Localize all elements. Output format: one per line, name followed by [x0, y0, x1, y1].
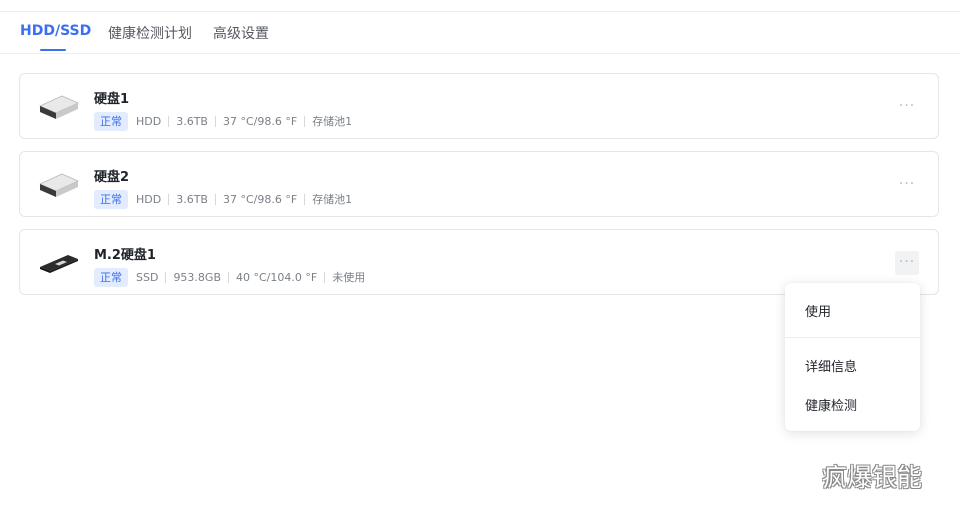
disk-name: M.2硬盘1	[94, 248, 156, 263]
top-divider	[0, 0, 960, 12]
disk-capacity: 3.6TB	[176, 192, 208, 206]
menu-divider	[785, 337, 920, 338]
tab-hdd-ssd[interactable]: HDD/SSD	[20, 23, 91, 39]
disk-pool: 存储池1	[312, 115, 353, 128]
meta-separator	[165, 271, 167, 283]
context-menu: 使用 详细信息 健康检测	[785, 283, 920, 431]
disk-temperature: 37 °C/98.6 °F	[222, 192, 298, 206]
disk-name: 硬盘1	[94, 92, 130, 107]
disk-card[interactable]: 硬盘2 正常 HDD 3.6TB 37 °C/98.6 °F 存储池1 ···	[19, 151, 939, 217]
menu-item-details[interactable]: 详细信息	[805, 356, 857, 375]
disk-meta: 正常 SSD 953.8GB 40 °C/104.0 °F 未使用	[94, 267, 365, 287]
meta-separator	[324, 271, 326, 283]
disk-pool: 存储池1	[312, 193, 353, 206]
disk-card[interactable]: 硬盘1 正常 HDD 3.6TB 37 °C/98.6 °F 存储池1 ···	[19, 73, 939, 139]
meta-separator	[168, 115, 170, 127]
hdd-drive-icon	[39, 173, 79, 197]
tab-advanced-settings[interactable]: 高级设置	[213, 23, 269, 43]
tab-health-check-plan[interactable]: 健康检测计划	[108, 23, 192, 43]
disk-temperature: 40 °C/104.0 °F	[236, 270, 318, 284]
disk-temperature: 37 °C/98.6 °F	[222, 114, 298, 128]
watermark: 疯爆银能	[822, 463, 923, 492]
menu-item-use[interactable]: 使用	[805, 301, 831, 320]
status-badge: 正常	[94, 111, 128, 131]
disk-pool: 未使用	[332, 271, 366, 284]
status-badge: 正常	[94, 189, 128, 209]
meta-separator	[304, 115, 306, 127]
m2-ssd-icon	[40, 255, 78, 273]
status-badge: 正常	[94, 267, 128, 287]
tab-bar: HDD/SSD 健康检测计划 高级设置	[0, 12, 960, 54]
active-tab-indicator	[40, 49, 66, 51]
disk-type: HDD	[136, 114, 162, 128]
menu-item-health-check[interactable]: 健康检测	[805, 395, 857, 414]
disk-meta: 正常 HDD 3.6TB 37 °C/98.6 °F 存储池1	[94, 111, 352, 131]
meta-separator	[168, 193, 170, 205]
disk-meta: 正常 HDD 3.6TB 37 °C/98.6 °F 存储池1	[94, 189, 352, 209]
disk-name: 硬盘2	[94, 170, 130, 185]
disk-capacity: 3.6TB	[176, 114, 208, 128]
disk-capacity: 953.8GB	[173, 270, 221, 284]
disk-type: SSD	[136, 270, 159, 284]
meta-separator	[214, 115, 216, 127]
more-options-button[interactable]: ···	[895, 173, 919, 197]
meta-separator	[228, 271, 229, 283]
meta-separator	[214, 193, 216, 205]
more-options-button[interactable]: ···	[895, 251, 919, 275]
meta-separator	[304, 193, 306, 205]
disk-type: HDD	[136, 192, 162, 206]
hdd-drive-icon	[39, 95, 79, 119]
more-options-button[interactable]: ···	[895, 95, 919, 119]
